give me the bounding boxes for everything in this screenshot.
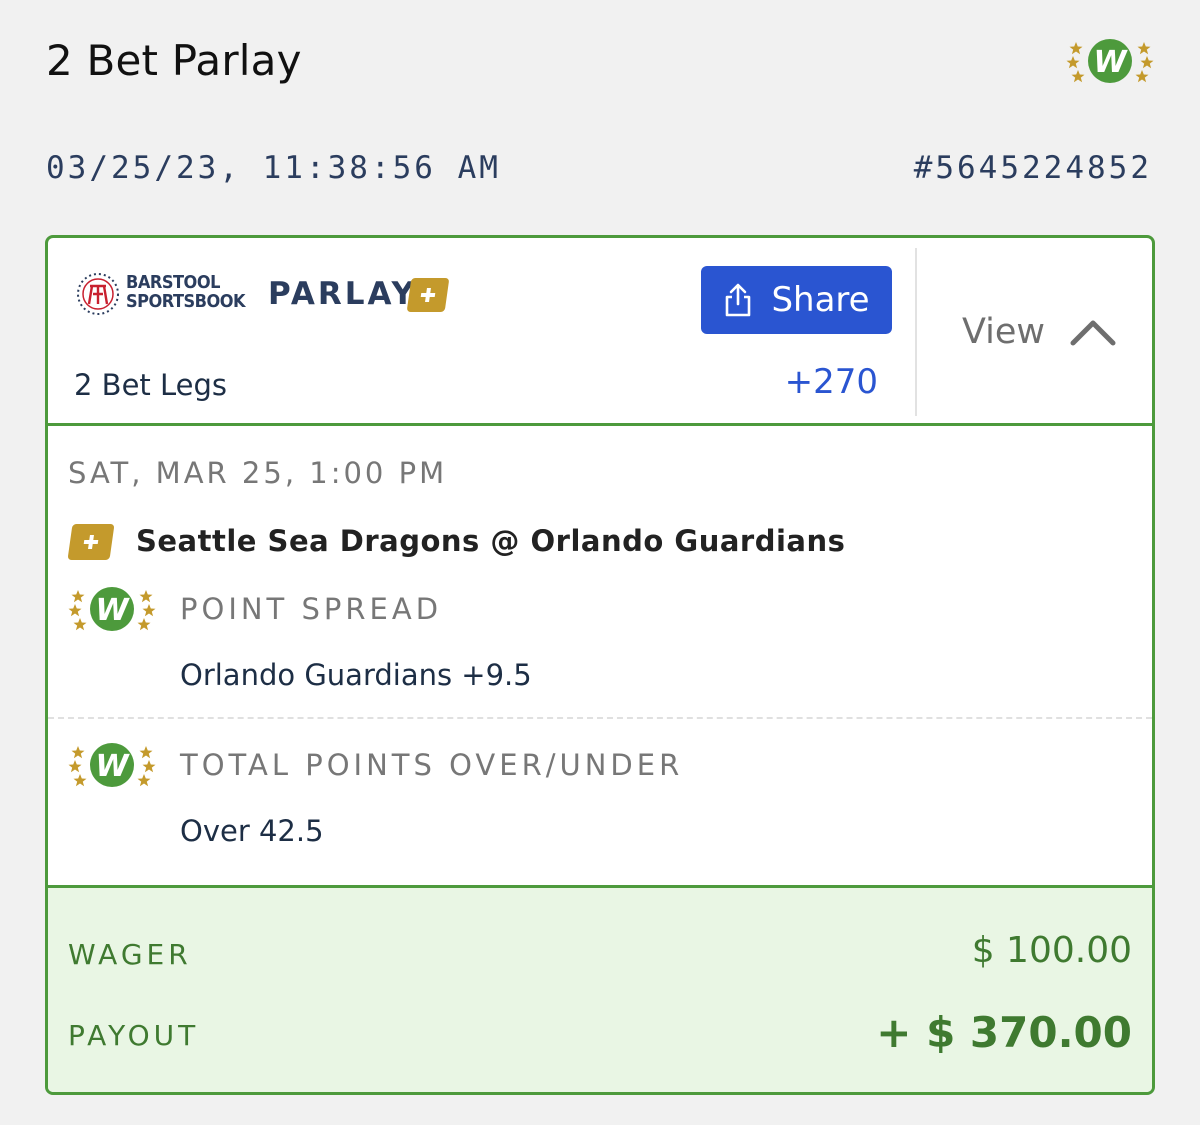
payout-label: PAYOUT bbox=[68, 1019, 200, 1052]
wager-label: WAGER bbox=[68, 938, 192, 971]
win-stars-icon: W bbox=[68, 743, 156, 787]
wager-value: $ 100.00 bbox=[971, 930, 1132, 971]
parlay-plus-icon bbox=[67, 524, 115, 560]
payout-value: + $ 370.00 bbox=[876, 1008, 1132, 1057]
game-date: SAT, MAR 25, 1:00 PM bbox=[68, 456, 448, 490]
leg-divider bbox=[48, 717, 1152, 719]
leg-selection: Orlando Guardians +9.5 bbox=[180, 658, 532, 692]
bet-type-label: PARLAY bbox=[268, 276, 417, 312]
logo-line-1: BARSTOOL bbox=[126, 272, 220, 293]
bet-legs-count: 2 Bet Legs bbox=[74, 368, 228, 402]
bet-type-text: PARLAY bbox=[268, 276, 417, 312]
sportsbook-logo: BARSTOOL SPORTSBOOK bbox=[76, 272, 246, 316]
page-title: 2 Bet Parlay bbox=[46, 36, 302, 85]
chevron-up-icon bbox=[1070, 320, 1116, 346]
leg-market: TOTAL POINTS OVER/UNDER bbox=[180, 748, 684, 782]
share-button[interactable]: Share bbox=[701, 266, 892, 334]
share-icon bbox=[726, 283, 751, 317]
share-label: Share bbox=[771, 280, 870, 320]
bet-card-header: BARSTOOL SPORTSBOOK PARLAY Share 2 Bet L… bbox=[48, 238, 1152, 426]
bet-card: BARSTOOL SPORTSBOOK PARLAY Share 2 Bet L… bbox=[45, 235, 1155, 1095]
bet-summary-footer: WAGER $ 100.00 PAYOUT + $ 370.00 bbox=[48, 885, 1152, 1092]
bet-id: #5645224852 bbox=[913, 150, 1152, 186]
parlay-plus-icon bbox=[406, 278, 450, 312]
win-stars-icon: W bbox=[1066, 39, 1154, 83]
svg-text:W: W bbox=[95, 749, 130, 784]
parlay-odds: +270 bbox=[784, 362, 878, 402]
svg-text:W: W bbox=[95, 593, 130, 628]
view-label: View bbox=[962, 312, 1046, 352]
header-divider bbox=[915, 248, 917, 416]
svg-text:W: W bbox=[1093, 45, 1128, 80]
bet-timestamp: 03/25/23, 11:38:56 AM bbox=[46, 150, 501, 186]
game-matchup: Seattle Sea Dragons @ Orlando Guardians bbox=[136, 524, 846, 558]
logo-line-2: SPORTSBOOK bbox=[126, 291, 246, 312]
view-toggle[interactable]: View bbox=[962, 312, 1117, 352]
leg-market: POINT SPREAD bbox=[180, 592, 443, 626]
leg-selection: Over 42.5 bbox=[180, 814, 324, 848]
win-stars-icon: W bbox=[68, 587, 156, 631]
